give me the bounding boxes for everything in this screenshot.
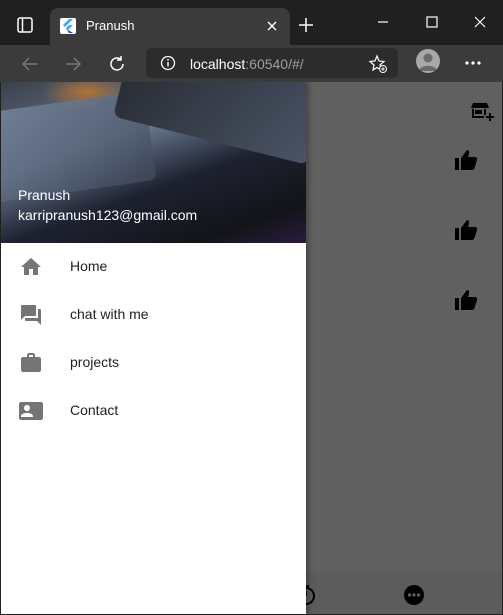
navigation-drawer: Pranush karripranush123@gmail.com Home c… — [1, 82, 306, 614]
maximize-icon[interactable] — [412, 8, 452, 36]
home-icon — [21, 258, 41, 275]
contact-card-icon — [19, 402, 43, 420]
back-icon[interactable] — [17, 51, 43, 77]
site-info-icon[interactable] — [160, 55, 176, 71]
flutter-icon — [60, 18, 76, 34]
drawer-item-label: Contact — [70, 402, 119, 418]
new-tab-icon[interactable] — [296, 15, 316, 35]
thumb-up-icon[interactable] — [453, 148, 479, 172]
more-horiz-circle-icon[interactable] — [403, 584, 425, 606]
drawer-header: Pranush karripranush123@gmail.com — [1, 82, 306, 243]
more-options-icon[interactable] — [461, 53, 485, 73]
browser-toolbar: localhost:60540/#/ — [0, 45, 503, 82]
drawer-item-label: Home — [70, 258, 108, 274]
account-name: Pranush — [18, 187, 71, 203]
address-bar[interactable]: localhost:60540/#/ — [146, 48, 398, 78]
thumb-up-icon[interactable] — [453, 288, 479, 312]
browser-window: Pranush localhost:60540/#/ Pranush karri… — [0, 0, 503, 615]
add-business-icon[interactable] — [470, 99, 494, 123]
minimize-icon[interactable] — [363, 8, 403, 36]
browser-tab[interactable]: Pranush — [50, 8, 290, 45]
close-tab-icon[interactable] — [262, 16, 282, 36]
tab-title: Pranush — [86, 18, 135, 33]
tab-actions-icon[interactable] — [13, 13, 37, 37]
briefcase-icon — [21, 353, 41, 372]
page-viewport[interactable]: Pranush karripranush123@gmail.com Home c… — [1, 82, 502, 614]
url-text: localhost:60540/#/ — [190, 56, 304, 72]
tab-bar: Pranush — [0, 0, 503, 45]
forward-icon[interactable] — [60, 51, 86, 77]
profile-avatar-icon[interactable] — [416, 49, 440, 73]
drawer-item-label: projects — [70, 354, 120, 370]
drawer-item-chat[interactable]: chat with me — [1, 291, 306, 339]
thumb-up-icon[interactable] — [453, 218, 479, 242]
drawer-item-projects[interactable]: projects — [1, 339, 306, 387]
account-email: karripranush123@gmail.com — [18, 207, 198, 223]
add-favorite-icon[interactable] — [368, 54, 388, 74]
url-host: localhost — [190, 56, 246, 72]
url-path: :60540/#/ — [245, 56, 304, 72]
chat-icon — [21, 305, 41, 325]
drawer-item-label: chat with me — [70, 306, 149, 322]
drawer-menu: Home chat with me projects Contact — [1, 243, 306, 435]
close-window-icon[interactable] — [460, 8, 500, 36]
drawer-item-home[interactable]: Home — [1, 243, 306, 291]
drawer-item-contact[interactable]: Contact — [1, 387, 306, 435]
reload-icon[interactable] — [104, 51, 130, 77]
